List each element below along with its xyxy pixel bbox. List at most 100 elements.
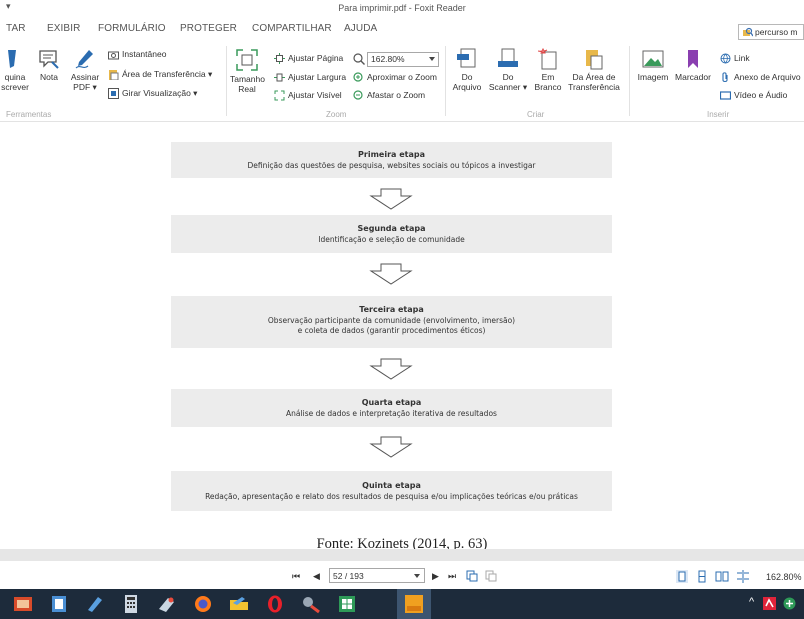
step-title: Segunda etapa xyxy=(357,224,426,233)
figure-caption: Fonte: Kozinets (2014, p. 63) xyxy=(316,536,488,549)
step-description: Análise de dados e interpretação iterati… xyxy=(286,409,497,418)
step-description: Definição das questões de pesquisa, webs… xyxy=(247,161,536,170)
calculator-app-icon[interactable] xyxy=(120,594,142,614)
group-separator xyxy=(445,46,446,116)
inserir-imagem-button[interactable]: Imagem xyxy=(635,48,671,82)
paste-page-icon[interactable] xyxy=(485,570,497,582)
pen-sign-icon xyxy=(75,50,93,69)
clipboard-icon xyxy=(109,70,119,81)
next-page-button[interactable]: ▶ xyxy=(432,571,439,582)
group-label-ferramentas: Ferramentas xyxy=(6,110,52,119)
ajustar-visivel-button[interactable]: Ajustar Visível xyxy=(274,89,342,102)
network-tray-icon[interactable] xyxy=(783,597,796,610)
zoom-magnifier-icon xyxy=(353,53,365,65)
continuous-view-icon[interactable] xyxy=(696,570,708,583)
first-page-button[interactable]: ⏮ xyxy=(292,571,300,582)
ink-app-icon[interactable] xyxy=(84,594,106,614)
spreadsheet-app-icon[interactable] xyxy=(336,594,358,614)
flow-step-1: Primeira etapa Definição das questões de… xyxy=(171,142,612,178)
tamanho-real-button[interactable]: Tamanho Real xyxy=(230,48,265,94)
link-icon xyxy=(720,53,731,64)
previous-page-button[interactable]: ◀ xyxy=(313,571,320,582)
taskbar: ^ xyxy=(0,589,804,619)
step-description: Observação participante da comunidade (e… xyxy=(267,316,516,325)
horizontal-scrollbar[interactable] xyxy=(0,549,804,561)
inserir-anexo-button[interactable]: Anexo de Arquivo xyxy=(720,71,801,84)
flow-step-4: Quarta etapa Análise de dados e interpre… xyxy=(171,389,612,427)
tab-ajuda[interactable]: AJUDA xyxy=(344,23,377,34)
search-input[interactable] xyxy=(755,26,803,38)
scanner-icon xyxy=(498,48,518,67)
network-app-icon[interactable] xyxy=(300,594,322,614)
step-title: Terceira etapa xyxy=(359,305,424,314)
flow-step-3: Terceira etapa Observação participante d… xyxy=(171,296,612,348)
zoom-select[interactable]: 162.80% xyxy=(367,52,439,67)
assinar-pdf-button[interactable]: Assinar PDF ▾ xyxy=(70,48,100,92)
step-description: Identificação e seleção de comunidade xyxy=(318,235,465,244)
document-view[interactable]: Primeira etapa Definição das questões de… xyxy=(0,123,804,549)
opera-app-icon[interactable] xyxy=(264,594,286,614)
typewriter-icon xyxy=(8,50,16,68)
paperclip-icon xyxy=(722,72,728,83)
title-bar: ▾ Para imprimir.pdf - Foxit Reader xyxy=(0,0,804,16)
antivirus-tray-icon[interactable] xyxy=(763,597,776,610)
foxit-pdf-app-icon[interactable] xyxy=(403,594,425,614)
tab-formulario[interactable]: FORMULÁRIO xyxy=(98,23,166,34)
ribbon: quina screver Nota Assinar PDF ▾ Instant… xyxy=(0,42,804,122)
facing-view-icon[interactable] xyxy=(715,570,729,583)
aproximar-zoom-button[interactable]: Aproximar o Zoom xyxy=(353,71,437,84)
actual-size-icon xyxy=(236,49,258,71)
girar-visualizacao-button[interactable]: Girar Visualização ▾ xyxy=(108,87,197,100)
group-label-inserir: Inserir xyxy=(707,110,730,119)
criar-do-arquivo-button[interactable]: Do Arquivo xyxy=(450,48,484,92)
flow-step-5: Quinta etapa Redação, apresentação e rel… xyxy=(171,471,612,511)
criar-do-scanner-button[interactable]: Do Scanner ▾ xyxy=(488,48,528,92)
chevron-down-icon[interactable] xyxy=(414,574,420,578)
search-box[interactable] xyxy=(738,24,804,40)
area-transferencia-button[interactable]: Área de Transferência ▾ xyxy=(108,68,212,81)
continuous-facing-view-icon[interactable] xyxy=(736,570,750,583)
down-arrow-icon xyxy=(369,436,413,458)
criar-da-area-button[interactable]: Da Área de Transferência xyxy=(568,48,620,92)
bookmark-icon xyxy=(688,50,698,68)
copy-page-icon[interactable] xyxy=(466,570,478,582)
tab-editar[interactable]: TAR xyxy=(6,23,26,34)
menu-bar: TAR EXIBIR FORMULÁRIO PROTEGER COMPARTIL… xyxy=(0,17,804,41)
firefox-app-icon[interactable] xyxy=(192,594,214,614)
tab-exibir[interactable]: EXIBIR xyxy=(47,23,80,34)
clipboard-create-icon xyxy=(586,50,603,70)
flow-step-2: Segunda etapa Identificação e seleção de… xyxy=(171,215,612,253)
nota-button[interactable]: Nota xyxy=(36,48,62,82)
page-number-input[interactable] xyxy=(329,568,425,583)
ajustar-pagina-button[interactable]: Ajustar Página xyxy=(274,52,343,65)
fit-width-icon xyxy=(274,73,285,82)
instantaneo-button[interactable]: Instantâneo xyxy=(108,48,166,61)
inserir-link-button[interactable]: Link xyxy=(720,52,750,65)
zoom-level[interactable]: 162.80% xyxy=(766,572,802,582)
explorer-app-icon[interactable] xyxy=(12,594,34,614)
ajustar-largura-button[interactable]: Ajustar Largura xyxy=(274,71,346,84)
group-separator xyxy=(629,46,630,116)
create-from-file-icon xyxy=(457,48,476,68)
chevron-up-icon[interactable]: ^ xyxy=(749,596,754,608)
group-separator xyxy=(226,46,227,116)
maquina-escrever-button[interactable]: quina screver xyxy=(0,48,30,92)
image-icon xyxy=(642,50,664,68)
single-page-view-icon[interactable] xyxy=(676,570,688,583)
camera-icon xyxy=(108,51,119,60)
last-page-button[interactable]: ⏭ xyxy=(448,571,456,582)
search-icon xyxy=(743,27,753,37)
tab-compartilhar[interactable]: COMPARTILHAR xyxy=(252,23,332,34)
paint-app-icon[interactable] xyxy=(156,594,178,614)
document-app-icon[interactable] xyxy=(48,594,70,614)
folder-app-icon[interactable] xyxy=(228,594,250,614)
criar-em-branco-button[interactable]: Em Branco xyxy=(532,48,564,92)
afastar-zoom-button[interactable]: Afastar o Zoom xyxy=(353,89,425,102)
inserir-video-button[interactable]: Vídeo e Áudio xyxy=(720,89,787,102)
tab-proteger[interactable]: PROTEGER xyxy=(180,23,237,34)
step-description: Redação, apresentação e relato dos resul… xyxy=(205,492,578,501)
down-arrow-icon xyxy=(369,188,413,210)
zoom-in-icon xyxy=(353,72,363,82)
blank-page-icon xyxy=(538,48,557,70)
inserir-marcador-button[interactable]: Marcador xyxy=(673,48,713,82)
